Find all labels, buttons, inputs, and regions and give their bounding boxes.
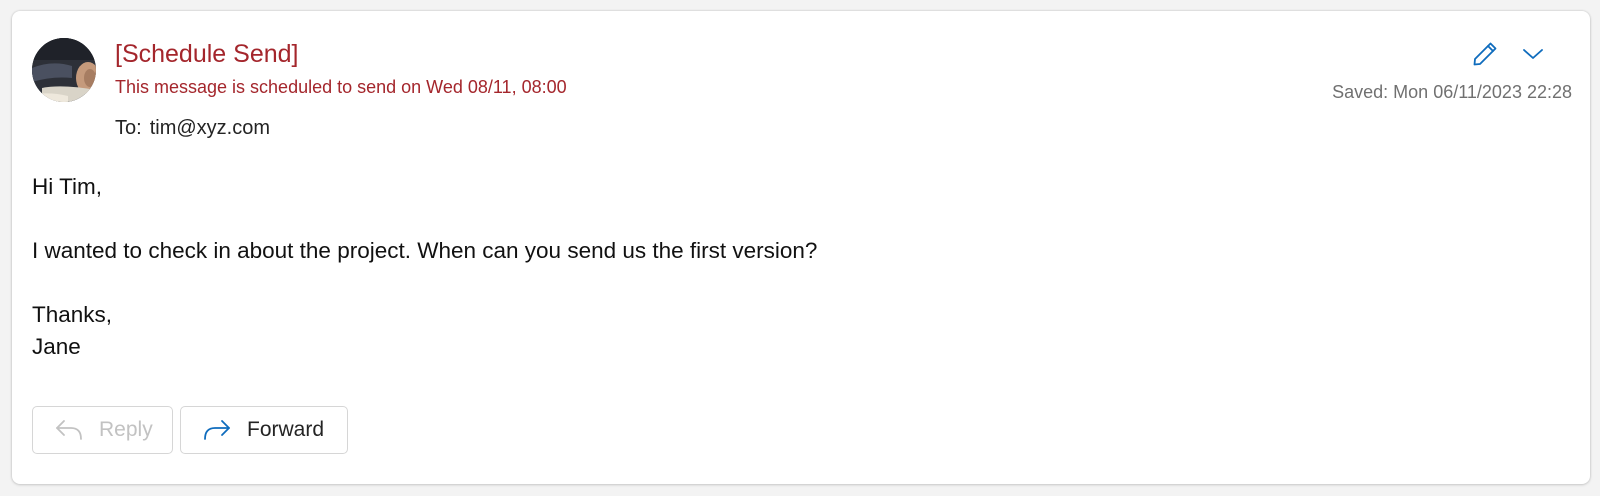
edit-draft-button[interactable] (1470, 39, 1500, 69)
body-signature: Jane (32, 334, 81, 359)
reply-button[interactable]: Reply (32, 406, 173, 454)
chevron-down-icon (1523, 49, 1543, 59)
forward-button[interactable]: Forward (180, 406, 348, 454)
more-actions-button[interactable] (1518, 39, 1548, 69)
message-card: [Schedule Send] This message is schedule… (12, 11, 1590, 484)
forward-label: Forward (247, 418, 325, 441)
header-actions (1470, 39, 1548, 69)
message-subject: [Schedule Send] (115, 40, 299, 68)
body-closing: Thanks, (32, 302, 113, 327)
pencil-icon (1473, 42, 1497, 66)
forward-arrow-icon (203, 418, 231, 442)
recipient-row: To: tim@xyz.com (115, 117, 270, 140)
saved-timestamp: Saved: Mon 06/11/2023 22:28 (1332, 82, 1572, 102)
reply-arrow-icon (55, 418, 83, 442)
sender-avatar[interactable] (32, 38, 96, 102)
body-paragraph: I wanted to check in about the project. … (32, 238, 818, 263)
recipient-address[interactable]: tim@xyz.com (150, 117, 270, 139)
body-greeting: Hi Tim, (32, 174, 102, 199)
message-body: Hi Tim, I wanted to check in about the p… (32, 171, 817, 363)
reply-label: Reply (99, 418, 153, 441)
reply-actions: Reply Forward (32, 406, 348, 454)
to-label: To: (115, 117, 142, 139)
schedule-notice: This message is scheduled to send on Wed… (115, 77, 567, 97)
